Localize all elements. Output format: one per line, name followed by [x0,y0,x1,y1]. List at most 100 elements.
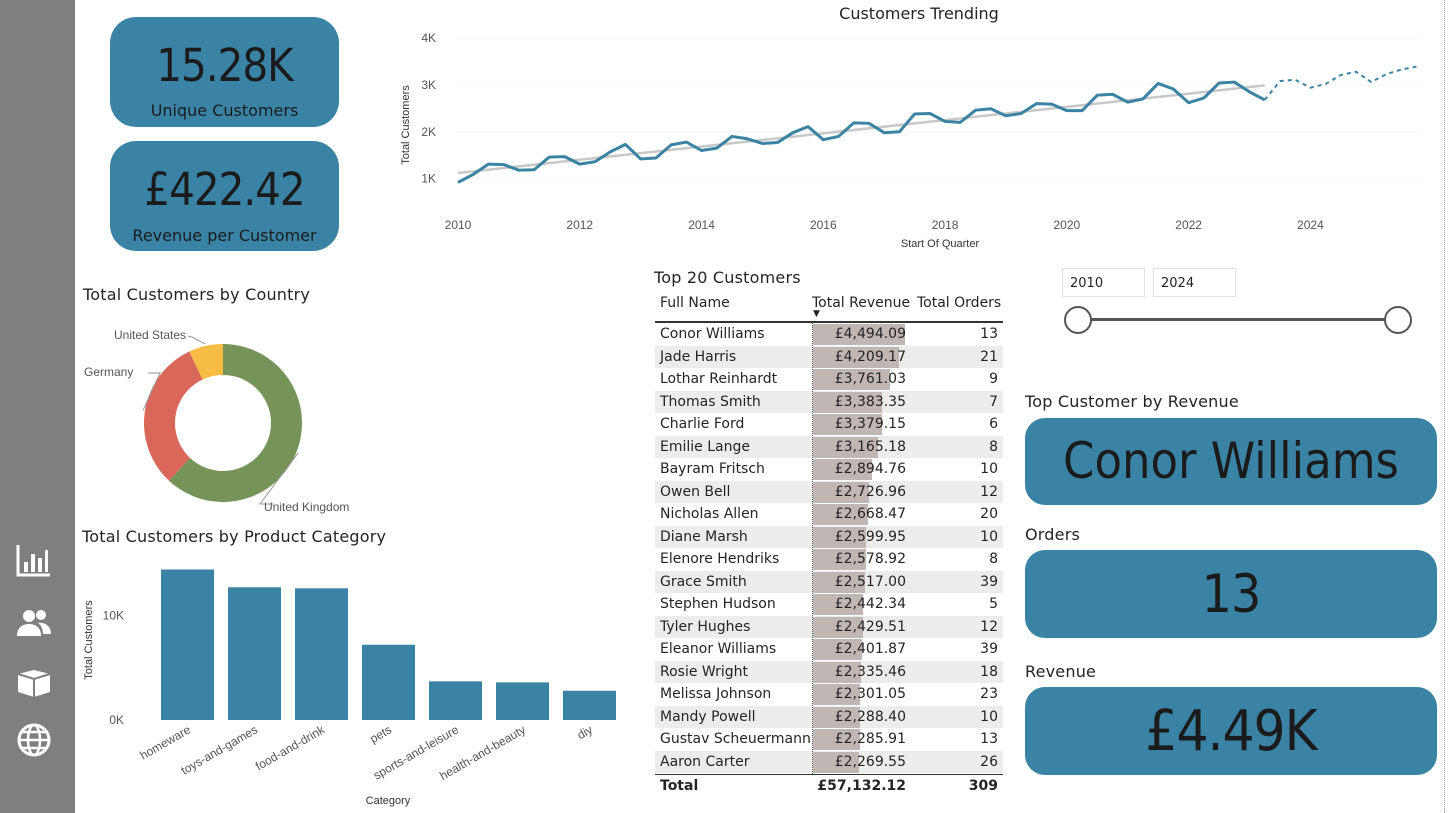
table-row[interactable]: Thomas Smith £3,383.35 7 [655,390,1003,413]
customer-orders: 10 [980,708,998,725]
customer-revenue: £2,599.95 [834,528,906,545]
category-bar[interactable] [496,682,549,720]
category-bar[interactable] [429,681,482,720]
date-end-input[interactable]: 2024 [1153,268,1236,297]
column-header-full-name[interactable]: Full Name [660,295,730,311]
customer-orders: 23 [980,686,998,702]
customer-revenue: £2,517.00 [834,573,906,590]
revenue-per-customer-card: £422.42 Revenue per Customer [110,141,339,251]
customer-name: Conor Williams [660,326,765,342]
customer-orders: 21 [980,348,998,365]
x-tick-label: 2014 [688,218,715,232]
orders-title: Orders [1025,525,1081,544]
total-label: Total [660,778,699,794]
country-donut-chart[interactable]: United Kingdom Germany United States [80,315,380,520]
customer-orders: 12 [980,618,998,635]
category-bar[interactable] [563,690,616,720]
customer-orders: 39 [980,641,998,657]
customer-revenue: £3,165.18 [834,438,906,455]
date-range-slider[interactable] [1064,305,1414,335]
customer-revenue: £2,726.96 [834,483,906,500]
revenue-title: Revenue [1025,662,1097,681]
customer-revenue: £2,269.55 [834,753,906,770]
table-row[interactable]: Melissa Johnson £2,301.05 23 [655,683,1003,706]
customer-orders: 8 [989,438,998,455]
customers-trending-chart[interactable]: Customers Trending 1K 2K 3K 4K 2010 2012 2014 20… [390,0,1440,255]
table-row[interactable]: Jade Harris £4,209.17 21 [655,345,1003,368]
top-customer-card: Conor Williams [1025,418,1437,505]
column-header-total-revenue[interactable]: Total Revenue [812,295,910,311]
x-tick-label: homeware [137,722,193,762]
customer-name: Grace Smith [660,573,747,590]
revenue-card: £4.49K [1025,687,1437,775]
y-tick-label: 2K [421,125,436,139]
table-row[interactable]: Rosie Wright £2,335.46 18 [655,660,1003,683]
table-row[interactable]: Conor Williams £4,494.09 13 [655,323,1003,346]
customer-revenue: £2,301.05 [834,686,906,702]
customer-revenue: £2,288.40 [834,708,906,725]
table-row[interactable]: Diane Marsh £2,599.95 10 [655,525,1003,548]
donut-leader-line [187,335,206,345]
customer-revenue: £2,335.46 [834,663,906,680]
table-row[interactable]: Owen Bell £2,726.96 12 [655,480,1003,503]
table-row[interactable]: Nicholas Allen £2,668.47 20 [655,503,1003,526]
category-bar[interactable] [228,587,281,720]
customer-orders: 7 [989,393,998,410]
y-tick-label: 1K [421,172,436,186]
customer-orders: 18 [980,663,998,680]
customer-name: Rosie Wright [660,663,749,680]
customer-orders: 39 [980,573,998,590]
y-axis-title: Total Customers [400,85,412,165]
customer-name: Lothar Reinhardt [660,371,778,387]
x-axis-title: Start Of Quarter [901,238,980,250]
customer-name: Eleanor Williams [660,641,777,657]
customer-orders: 10 [980,461,998,477]
globe-icon[interactable] [14,720,54,760]
x-tick-label: 2022 [1175,218,1202,232]
orders-card: 13 [1025,550,1437,638]
bar-chart-icon[interactable] [14,540,54,580]
slider-track [1078,318,1398,321]
customer-name: Elenore Hendriks [660,551,780,567]
category-bar[interactable] [161,569,214,720]
table-row[interactable]: Charlie Ford £3,379.15 6 [655,413,1003,436]
slider-start-handle[interactable] [1064,306,1092,334]
customer-name: Aaron Carter [660,753,750,770]
country-chart-title: Total Customers by Country [83,285,311,304]
unique-customers-value: 15.28K [156,39,293,92]
column-header-total-orders[interactable]: Total Orders [917,295,1001,311]
users-icon[interactable] [14,603,54,643]
date-start-input[interactable]: 2010 [1062,268,1145,297]
category-bar[interactable] [362,644,415,720]
customer-orders: 9 [989,371,998,387]
table-row[interactable]: Aaron Carter £2,269.55 26 [655,750,1003,773]
table-row[interactable]: Bayram Fritsch £2,894.76 10 [655,458,1003,481]
customer-revenue: £4,494.09 [834,326,906,342]
customer-revenue: £2,442.34 [834,596,906,612]
table-row[interactable]: Lothar Reinhardt £3,761.03 9 [655,368,1003,391]
customer-revenue: £2,578.92 [834,551,906,567]
y-tick-label: 10K [103,608,124,622]
x-tick-label: 2018 [932,218,959,232]
x-tick-label: diy [575,722,595,742]
forecast-line[interactable] [1263,65,1418,101]
customer-revenue: £2,894.76 [834,461,906,477]
table-row[interactable]: Gustav Scheuermann £2,285.91 13 [655,728,1003,751]
top20-table: Full Name Total Revenue Total Orders ▼ C… [655,292,1003,802]
customers-series-line[interactable] [457,80,1266,184]
table-row[interactable]: Emilie Lange £3,165.18 8 [655,435,1003,458]
category-bar[interactable] [295,588,348,720]
table-row[interactable]: Elenore Hendriks £2,578.92 8 [655,548,1003,571]
slider-end-handle[interactable] [1384,306,1412,334]
table-row[interactable]: Stephen Hudson £2,442.34 5 [655,593,1003,616]
customer-revenue: £3,761.03 [834,371,906,387]
table-row[interactable]: Mandy Powell £2,288.40 10 [655,705,1003,728]
customer-orders: 12 [980,483,998,500]
table-row[interactable]: Eleanor Williams £2,401.87 39 [655,638,1003,661]
customer-revenue: £4,209.17 [834,348,906,365]
table-row[interactable]: Grace Smith £2,517.00 39 [655,570,1003,593]
unique-customers-label: Unique Customers [150,101,299,120]
table-row[interactable]: Tyler Hughes £2,429.51 12 [655,615,1003,638]
box-icon[interactable] [14,662,54,702]
category-bar-chart[interactable]: 0K10KTotal Customershomewaretoys-and-gam… [78,548,638,813]
